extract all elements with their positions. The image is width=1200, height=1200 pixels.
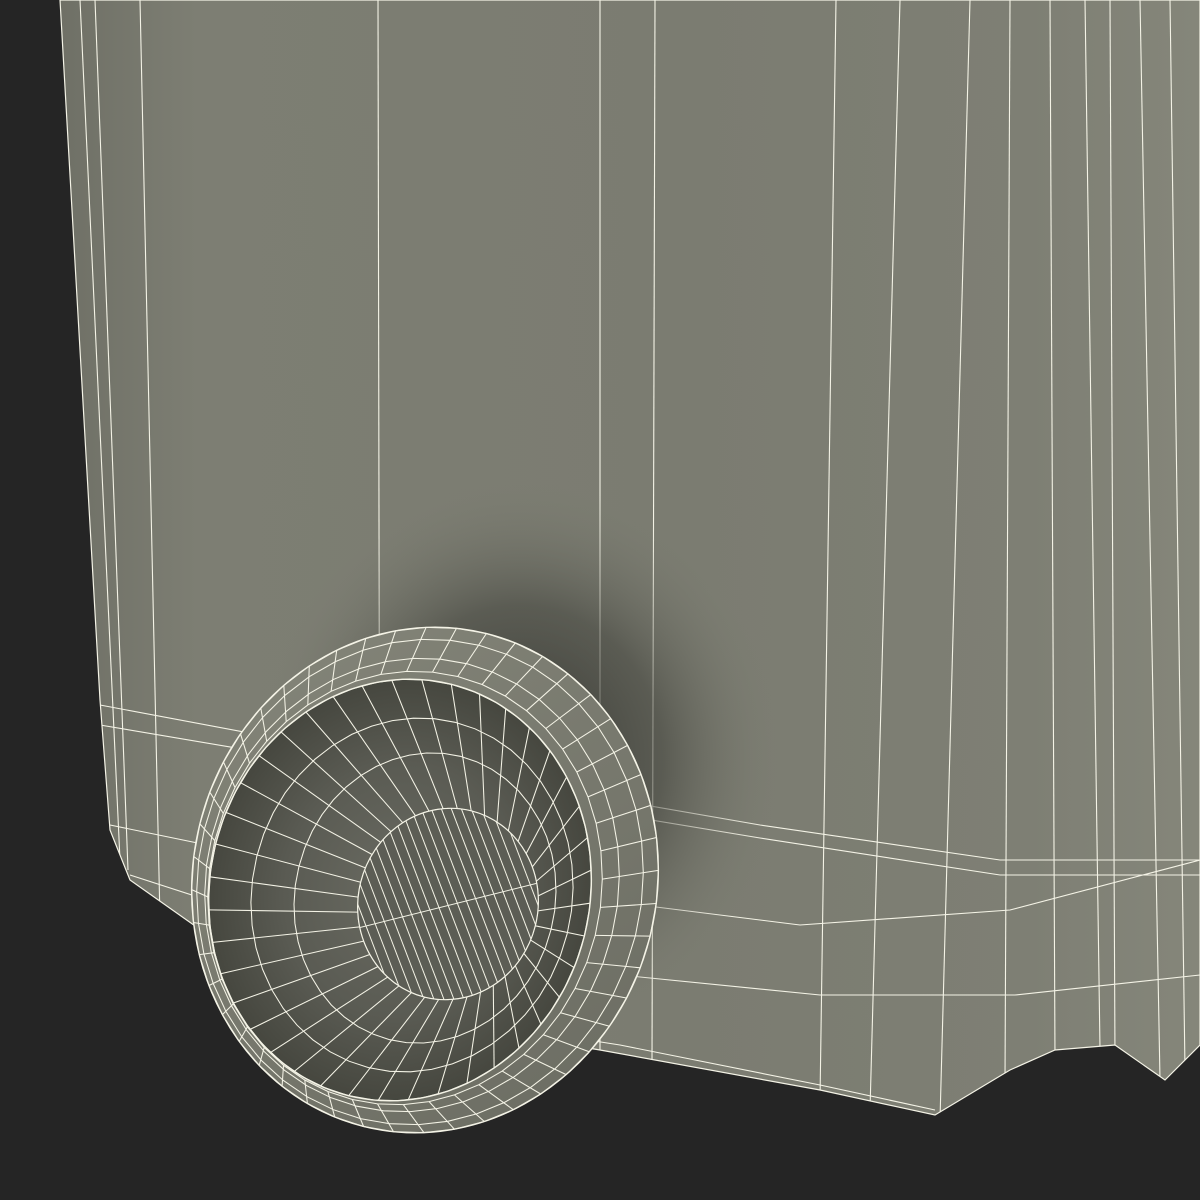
wireframe-render bbox=[59, 0, 1200, 1134]
cap-wire-rim bbox=[595, 934, 651, 937]
